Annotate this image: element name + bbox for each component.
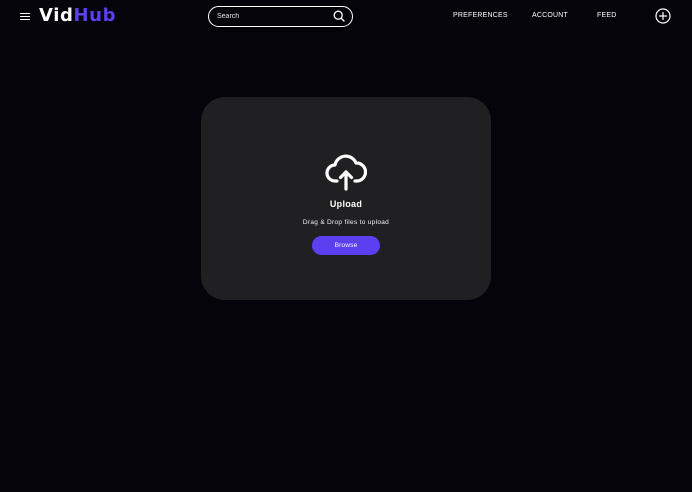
upload-dropzone[interactable]: Upload Drag & Drop files to upload Brows…	[201, 97, 491, 300]
nav-feed[interactable]: FEED	[597, 12, 616, 19]
nav-preferences[interactable]: PREFERENCES	[453, 12, 508, 19]
logo[interactable]: VidHub	[39, 5, 116, 27]
upload-hint: Drag & Drop files to upload	[302, 219, 390, 226]
menu-line	[20, 18, 30, 20]
search-input[interactable]	[217, 10, 327, 23]
plus-circle-icon[interactable]	[655, 8, 671, 24]
search-icon[interactable]	[333, 10, 345, 22]
menu-line	[20, 12, 30, 14]
search-bar	[208, 6, 353, 27]
cloud-upload-icon	[325, 154, 367, 191]
menu-line	[20, 15, 30, 17]
upload-title: Upload	[329, 199, 363, 209]
logo-text-vid: Vid	[39, 5, 74, 26]
hamburger-menu-icon[interactable]	[20, 11, 30, 21]
top-bar: VidHub PREFERENCES ACCOUNT FEED	[0, 0, 692, 34]
logo-text-hub: Hub	[73, 5, 117, 26]
browse-button[interactable]: Browse	[312, 236, 380, 255]
nav-account[interactable]: ACCOUNT	[532, 12, 568, 19]
page: VidHub PREFERENCES ACCOUNT FEED Upload D…	[0, 0, 692, 492]
